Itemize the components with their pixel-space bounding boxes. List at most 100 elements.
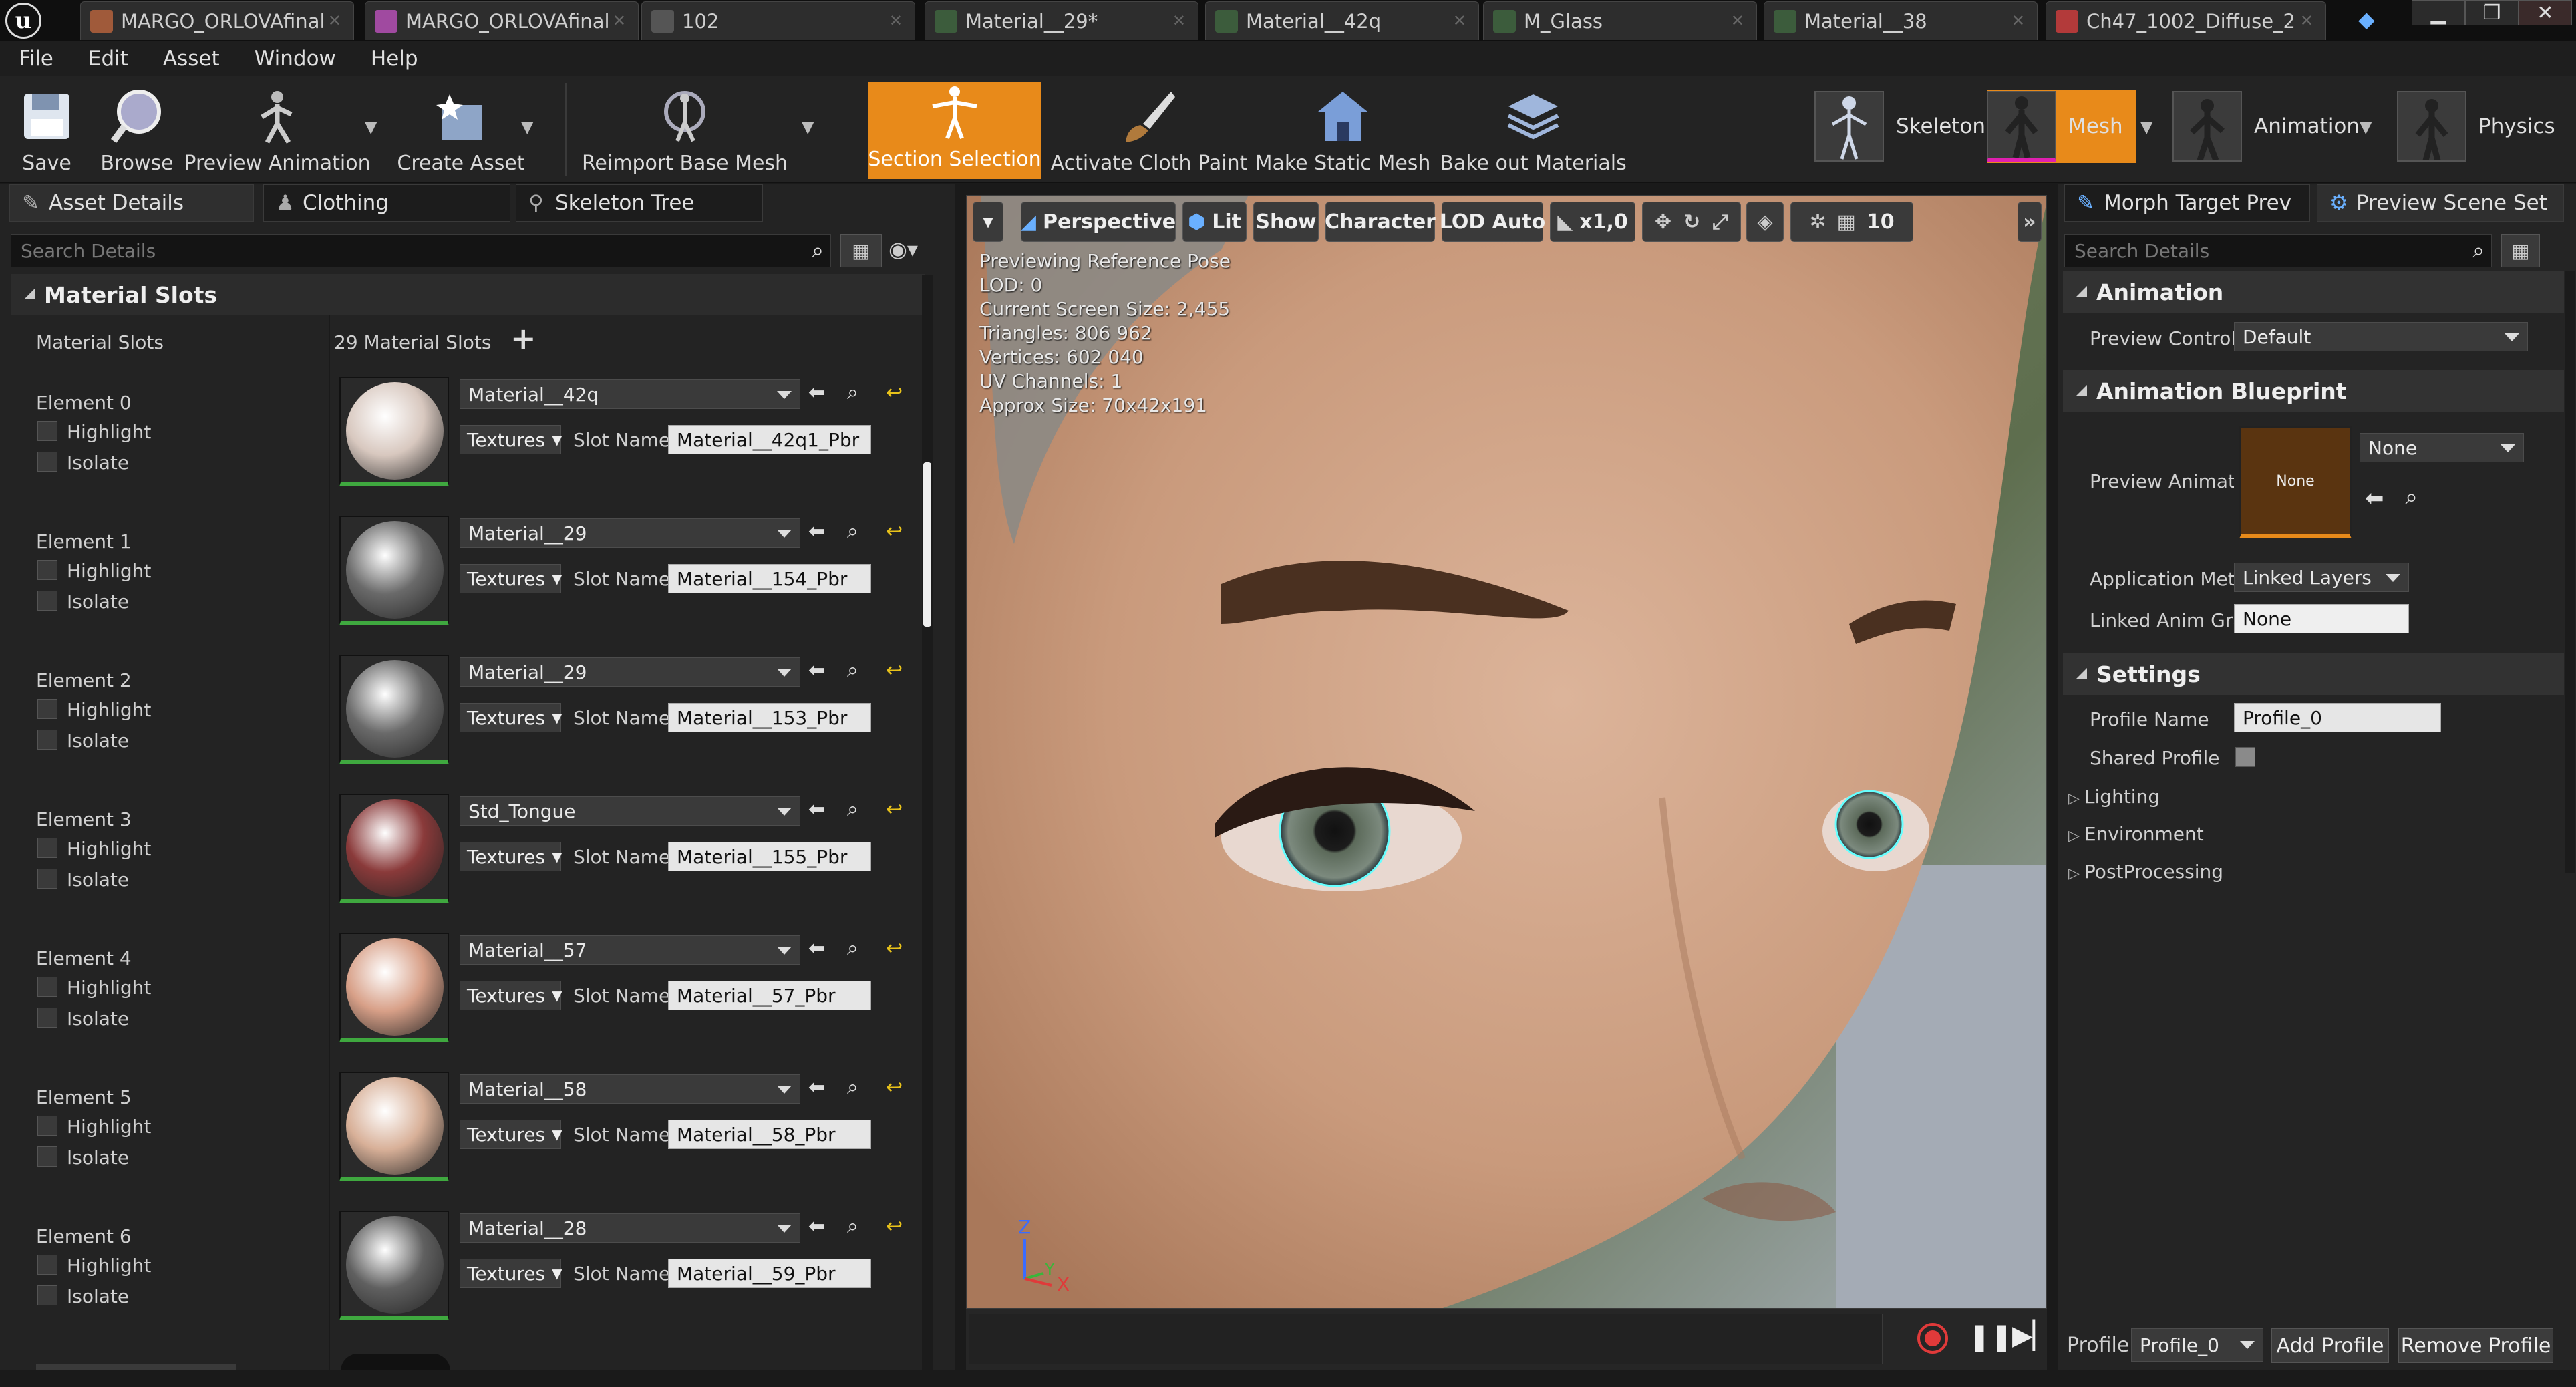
menu-edit[interactable]: Edit xyxy=(71,47,146,71)
viewport-options-button[interactable]: ▾ xyxy=(973,202,1003,242)
tab-preview-scene-settings[interactable]: ⚙ Preview Scene Set xyxy=(2317,184,2564,222)
make-static-mesh-button[interactable]: Make Static Mesh xyxy=(1255,76,1430,183)
remove-profile-button[interactable]: Remove Profile xyxy=(2398,1328,2553,1363)
browse-material-icon[interactable]: ⌕ xyxy=(847,520,858,543)
slot-name-field[interactable]: Material__153_Pbr xyxy=(668,703,871,732)
material-slots-header[interactable]: Material Slots xyxy=(11,274,925,315)
reimport-base-mesh-button[interactable]: Reimport Base Mesh xyxy=(582,76,788,183)
application-method-dropdown[interactable]: Linked Layers xyxy=(2234,563,2409,592)
close-button[interactable]: ✕ xyxy=(2519,0,2572,25)
reset-to-default-icon[interactable]: ↩ xyxy=(886,798,903,821)
use-selected-arrow-icon[interactable]: ⬅ xyxy=(808,520,825,543)
material-thumbnail[interactable] xyxy=(339,1211,449,1320)
use-selected-arrow-icon[interactable]: ⬅ xyxy=(808,1215,825,1238)
reset-to-default-icon[interactable]: ↩ xyxy=(886,937,903,960)
shared-profile-checkbox[interactable] xyxy=(2235,747,2255,767)
minimize-button[interactable]: ▁ xyxy=(2412,0,2465,25)
doc-tab[interactable]: M_Glass ✕ xyxy=(1483,1,1757,40)
activate-cloth-paint-button[interactable]: Activate Cloth Paint xyxy=(1051,76,1247,183)
use-selected-arrow-icon[interactable]: ⬅ xyxy=(808,659,825,682)
doc-tab[interactable]: MARGO_ORLOVAfinal ✕ xyxy=(80,1,354,40)
doc-tab[interactable]: 102 ✕ xyxy=(641,1,915,40)
use-selected-arrow-icon[interactable]: ⬅ xyxy=(2365,485,2384,512)
textures-dropdown[interactable]: Textures ▼ xyxy=(460,842,562,871)
isolate-checkbox[interactable] xyxy=(37,591,57,611)
postprocessing-category[interactable]: ▷ PostProcessing xyxy=(2068,861,2223,883)
highlight-checkbox[interactable] xyxy=(37,1116,57,1136)
add-slot-icon[interactable]: + xyxy=(510,321,536,357)
slot-name-field[interactable]: Material__57_Pbr xyxy=(668,981,871,1010)
translate-icon[interactable]: ✥ xyxy=(1655,210,1671,234)
surface-snap-icon[interactable]: ✲ xyxy=(1809,210,1826,234)
pause-icon[interactable]: ❚❚ xyxy=(1968,1322,2013,1352)
tab-asset-details[interactable]: ✎ Asset Details xyxy=(9,184,254,222)
material-thumbnail[interactable] xyxy=(339,377,449,486)
close-tab-icon[interactable]: ✕ xyxy=(1172,11,1186,30)
reset-to-default-icon[interactable]: ↩ xyxy=(886,520,903,543)
material-dropdown[interactable]: Material__57 xyxy=(460,935,800,965)
slot-name-field[interactable]: Material__59_Pbr xyxy=(668,1259,871,1288)
slot-name-field[interactable]: Material__155_Pbr xyxy=(668,842,871,871)
material-thumbnail[interactable] xyxy=(339,933,449,1042)
slot-name-field[interactable]: Material__58_Pbr xyxy=(668,1120,871,1149)
use-selected-arrow-icon[interactable]: ⬅ xyxy=(808,381,825,404)
bake-out-materials-button[interactable]: Bake out Materials xyxy=(1440,76,1627,183)
material-dropdown[interactable]: Material__58 xyxy=(460,1074,800,1104)
grid-snap-value[interactable]: 10 xyxy=(1867,210,1895,234)
animation-mode-dropdown-icon[interactable]: ▼ xyxy=(2360,118,2372,136)
mode-physics[interactable]: Physics xyxy=(2397,90,2555,163)
linked-anim-graph-field[interactable]: None xyxy=(2234,604,2409,633)
close-tab-icon[interactable]: ✕ xyxy=(1453,11,1466,30)
material-dropdown[interactable]: Material__42q xyxy=(460,379,800,409)
isolate-checkbox[interactable] xyxy=(37,869,57,889)
browse-material-icon[interactable]: ⌕ xyxy=(847,659,858,682)
reset-to-default-icon[interactable]: ↩ xyxy=(886,659,903,682)
scrollbar-thumb[interactable] xyxy=(923,462,931,627)
isolate-checkbox[interactable] xyxy=(37,452,57,472)
doc-tab[interactable]: Material__38 ✕ xyxy=(1764,1,2038,40)
reset-to-default-icon[interactable]: ↩ xyxy=(886,1076,903,1099)
mode-skeleton[interactable]: Skeleton xyxy=(1814,90,1985,163)
search-details-input[interactable]: Search Details ⌕ xyxy=(11,234,831,267)
material-thumbnail[interactable] xyxy=(339,794,449,903)
highlight-checkbox[interactable] xyxy=(37,1255,57,1275)
mode-animation[interactable]: Animation xyxy=(2172,90,2360,163)
tab-clothing[interactable]: ♟ Clothing xyxy=(263,184,510,222)
browse-button[interactable]: Browse xyxy=(94,76,180,183)
tab-skeleton-tree[interactable]: ⚲ Skeleton Tree xyxy=(516,184,763,222)
isolate-checkbox[interactable] xyxy=(37,1285,57,1305)
highlight-checkbox[interactable] xyxy=(37,838,57,858)
textures-dropdown[interactable]: Textures ▼ xyxy=(460,564,562,593)
source-control-icon[interactable]: ◆ xyxy=(2358,7,2388,33)
character-button[interactable]: Character xyxy=(1325,202,1436,242)
material-dropdown[interactable]: Std_Tongue xyxy=(460,796,800,826)
doc-tab[interactable]: Material__42q ✕ xyxy=(1205,1,1479,40)
browse-material-icon[interactable]: ⌕ xyxy=(847,937,858,960)
section-selection-button[interactable]: Section Selection xyxy=(868,82,1041,179)
add-profile-button[interactable]: Add Profile xyxy=(2271,1328,2389,1363)
menu-file[interactable]: File xyxy=(1,47,71,71)
use-selected-arrow-icon[interactable]: ⬅ xyxy=(808,937,825,960)
show-button[interactable]: Show xyxy=(1253,202,1319,242)
slot-name-field[interactable]: Material__42q1_Pbr xyxy=(668,425,871,454)
preview-animation-thumbnail[interactable]: None xyxy=(2239,426,2352,538)
animation-section-header[interactable]: Animation xyxy=(2063,271,2564,313)
preview-viewport[interactable]: ▾ ◢ Perspective ⬢ Lit Show Character LOD A… xyxy=(966,195,2047,1309)
create-asset-dropdown-icon[interactable]: ▼ xyxy=(521,118,533,136)
material-dropdown[interactable]: Material__29 xyxy=(460,657,800,687)
doc-tab[interactable]: Ch47_1002_Diffuse_2 ✕ xyxy=(2046,1,2326,40)
doc-tab[interactable]: MARGO_ORLOVAfinal ✕ xyxy=(365,1,639,40)
slot-name-field[interactable]: Material__154_Pbr xyxy=(668,564,871,593)
doc-tab[interactable]: Material__29* ✕ xyxy=(925,1,1198,40)
isolate-checkbox[interactable] xyxy=(37,1008,57,1028)
playback-speed-button[interactable]: ◣ x1,0 xyxy=(1550,202,1635,242)
scale-icon[interactable]: ⤢ xyxy=(1712,210,1728,234)
create-asset-button[interactable]: Create Asset xyxy=(394,76,528,183)
footer-profile-dropdown[interactable]: Profile_0 xyxy=(2131,1328,2263,1362)
textures-dropdown[interactable]: Textures ▼ xyxy=(460,703,562,732)
browse-asset-icon[interactable]: ⌕ xyxy=(2405,484,2418,510)
browse-material-icon[interactable]: ⌕ xyxy=(847,381,858,404)
highlight-checkbox[interactable] xyxy=(37,421,57,441)
viewport-expand-icon[interactable]: » xyxy=(2018,202,2042,242)
highlight-checkbox[interactable] xyxy=(37,977,57,997)
